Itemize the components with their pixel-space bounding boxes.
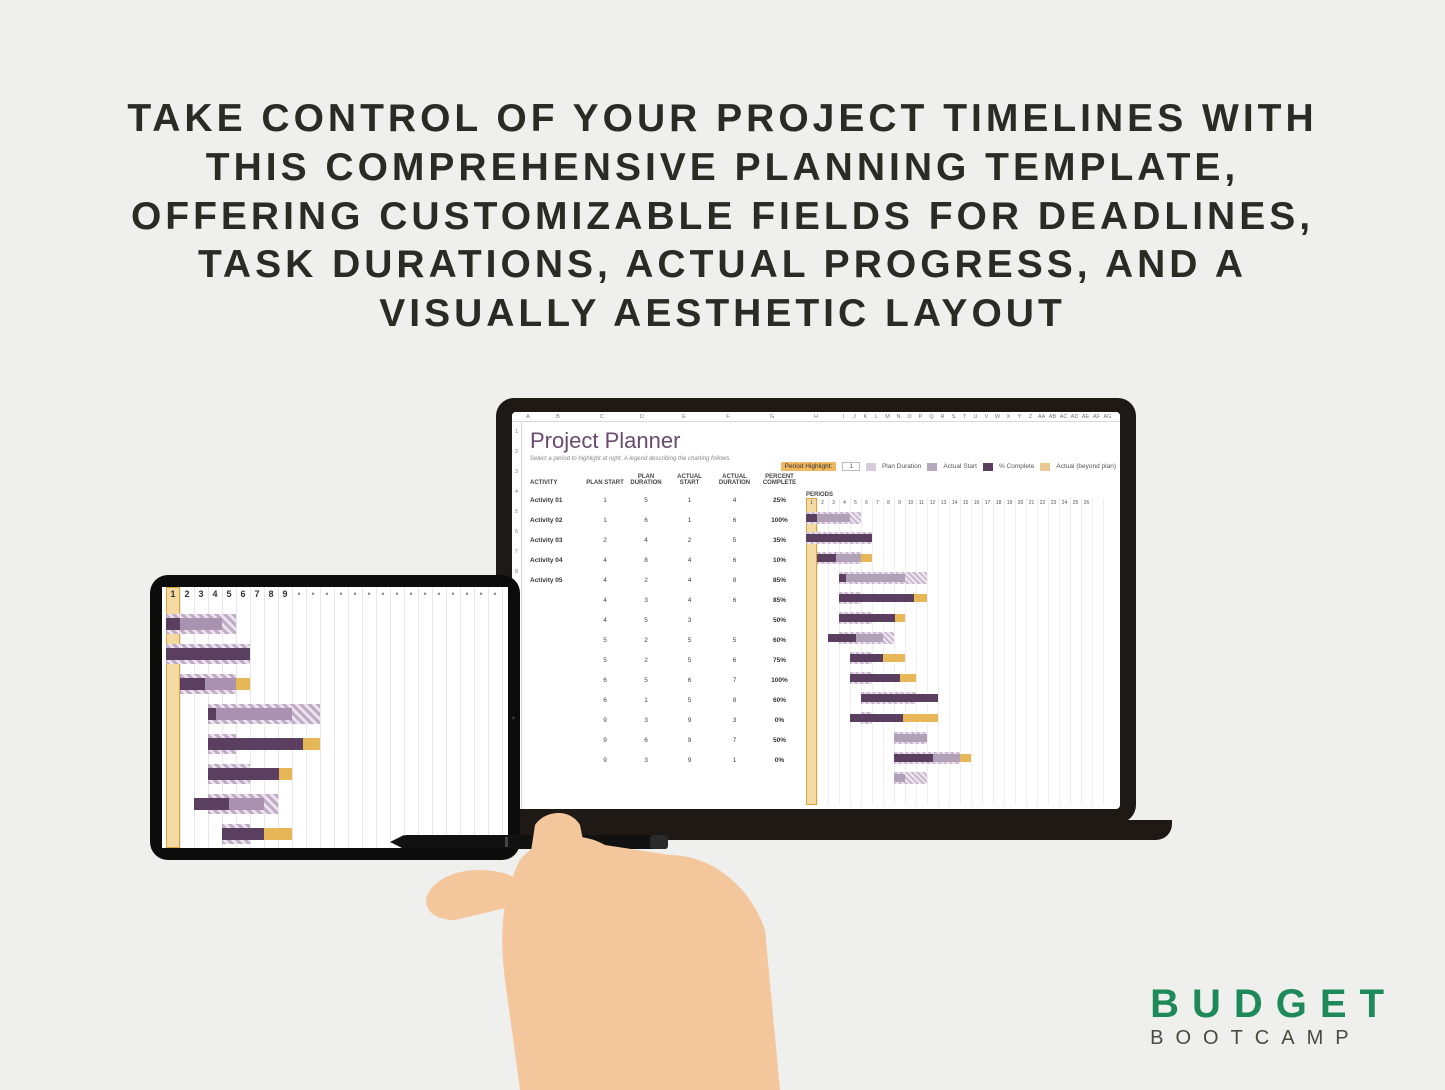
- legend-swatch-plan: [866, 463, 876, 471]
- legend-swatch-beyond: [1040, 463, 1050, 471]
- legend-label-plan: Plan Duration: [882, 463, 921, 470]
- col-actual-start: ACTUAL START: [667, 474, 712, 486]
- logo-line2: BOOTCAMP: [1150, 1028, 1397, 1048]
- gantt-period-numbers: 1234567891011121314151617181920212223242…: [806, 500, 1092, 506]
- col-plan-duration: PLAN DURATION: [625, 474, 667, 486]
- col-percent-complete: PERCENT COMPLETE: [757, 474, 802, 486]
- marketing-headline: TAKE CONTROL OF YOUR PROJECT TIMELINES W…: [100, 95, 1345, 339]
- col-plan-start: PLAN START: [585, 480, 625, 486]
- legend-label-pct: % Complete: [999, 463, 1034, 470]
- spreadsheet-body: Project Planner Select a period to highl…: [522, 422, 1120, 809]
- stylus-icon: [390, 835, 668, 849]
- hand-icon: [426, 813, 780, 1090]
- legend-label-beyond: Actual (beyond plan): [1056, 463, 1116, 470]
- gantt-chart: [806, 508, 1114, 805]
- brand-logo: BUDGET BOOTCAMP: [1150, 984, 1397, 1048]
- legend-label-actual: Actual Start: [943, 463, 977, 470]
- hand-illustration: [370, 790, 850, 1090]
- laptop-screen: ABCDEFGHIJKLMNOPQRSTUVWXYZAAABACADAEAFAG…: [512, 412, 1120, 809]
- laptop-device: ABCDEFGHIJKLMNOPQRSTUVWXYZAAABACADAEAFAG…: [496, 398, 1136, 823]
- legend-swatch-actual: [927, 463, 937, 471]
- tablet-period-numbers: 123456789••••••••••••••••: [166, 589, 508, 599]
- spreadsheet-column-letters: ABCDEFGHIJKLMNOPQRSTUVWXYZAAABACADAEAFAG: [512, 412, 1120, 422]
- sheet-title: Project Planner: [530, 428, 1114, 454]
- logo-line1: BUDGET: [1150, 984, 1397, 1024]
- period-highlight-label: Period Highlight:: [781, 462, 837, 471]
- col-actual-duration: ACTUAL DURATION: [712, 474, 757, 486]
- col-activity: ACTIVITY: [530, 480, 585, 486]
- period-highlight-value[interactable]: 1: [842, 462, 860, 471]
- legend-swatch-pct: [983, 463, 993, 471]
- legend-row: Period Highlight: 1 Plan Duration Actual…: [781, 462, 1116, 471]
